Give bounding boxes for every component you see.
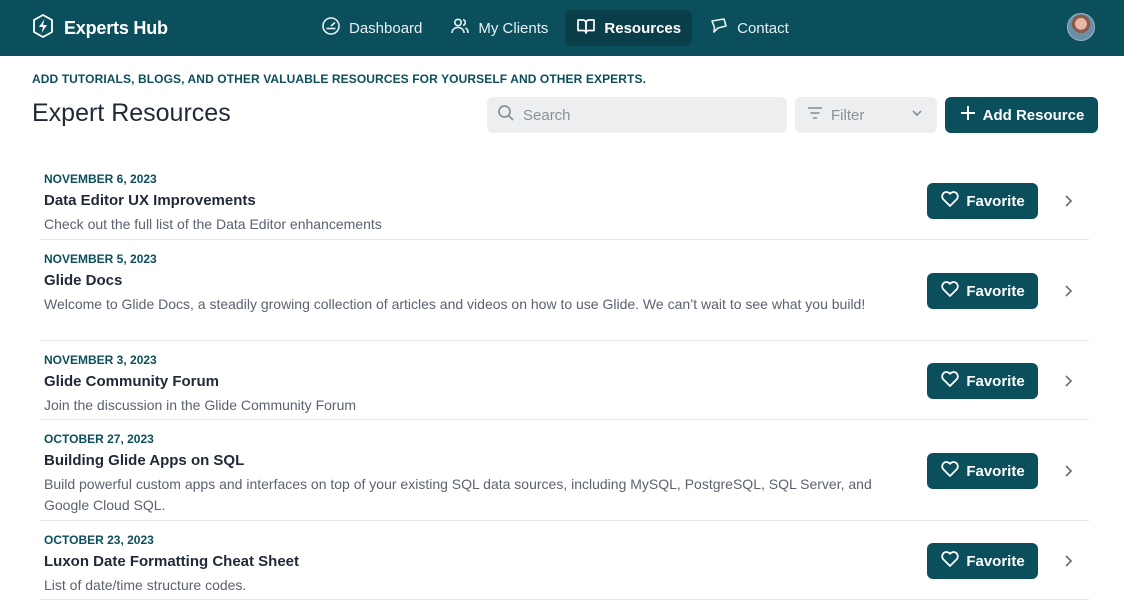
chevron-down-icon (909, 105, 925, 125)
resource-title: Glide Community Forum (44, 373, 220, 390)
users-icon (450, 16, 470, 40)
nav-label: Contact (737, 19, 789, 37)
page-description: ADD TUTORIALS, BLOGS, AND OTHER VALUABLE… (32, 72, 647, 86)
search-bar[interactable] (487, 97, 787, 133)
resource-row[interactable]: NOVEMBER 5, 2023 Glide Docs Welcome to G… (40, 240, 1089, 341)
resource-text: OCTOBER 23, 2023 Luxon Date Formatting C… (40, 521, 900, 596)
favorite-label: Favorite (966, 552, 1025, 570)
lightning-badge-icon (30, 13, 56, 44)
resource-date: OCTOBER 23, 2023 (44, 533, 154, 547)
add-resource-button[interactable]: Add Resource (945, 97, 1098, 133)
chevron-right-icon[interactable] (1060, 373, 1076, 389)
chevron-right-icon[interactable] (1060, 463, 1076, 479)
resource-date: OCTOBER 27, 2023 (44, 432, 154, 446)
search-input[interactable] (523, 106, 763, 124)
book-open-icon (576, 16, 596, 40)
resource-description: Check out the full list of the Data Edit… (44, 216, 382, 232)
resource-title: Glide Docs (44, 272, 123, 289)
plus-icon (959, 104, 977, 126)
resource-description: Welcome to Glide Docs, a steadily growin… (44, 296, 866, 312)
resource-title: Building Glide Apps on SQL (44, 452, 245, 469)
gauge-icon (321, 16, 341, 40)
favorite-button[interactable]: Favorite (927, 543, 1038, 579)
resource-date: NOVEMBER 6, 2023 (44, 172, 157, 186)
resource-text: NOVEMBER 3, 2023 Glide Community Forum J… (40, 341, 900, 416)
resource-title: Data Editor UX Improvements (44, 192, 256, 209)
favorite-button[interactable]: Favorite (927, 183, 1038, 219)
chevron-right-icon[interactable] (1060, 193, 1076, 209)
resource-title: Luxon Date Formatting Cheat Sheet (44, 553, 300, 570)
heart-icon (940, 549, 960, 573)
search-icon (497, 104, 515, 127)
heart-icon (940, 369, 960, 393)
brand-logo[interactable]: Experts Hub (30, 13, 168, 44)
resource-date: NOVEMBER 3, 2023 (44, 353, 157, 367)
user-avatar[interactable] (1067, 13, 1095, 41)
resource-description: Build powerful custom apps and interface… (44, 476, 872, 513)
resource-row[interactable]: OCTOBER 27, 2023 Building Glide Apps on … (40, 420, 1089, 521)
nav-item-dashboard[interactable]: Dashboard (310, 10, 433, 46)
message-icon (709, 16, 729, 40)
brand-name: Experts Hub (64, 17, 168, 38)
add-resource-label: Add Resource (982, 106, 1085, 124)
filter-dropdown[interactable]: Filter (795, 97, 937, 133)
favorite-label: Favorite (966, 282, 1025, 300)
filter-label: Filter (831, 106, 865, 124)
resource-row[interactable]: OCTOBER 23, 2023 Luxon Date Formatting C… (40, 521, 1089, 600)
nav-item-contact[interactable]: Contact (698, 10, 800, 46)
resource-date: NOVEMBER 5, 2023 (44, 252, 157, 266)
favorite-label: Favorite (966, 462, 1025, 480)
favorite-button[interactable]: Favorite (927, 453, 1038, 489)
favorite-button[interactable]: Favorite (927, 273, 1038, 309)
top-navigation-bar: Experts Hub Dashboard My Clients Resourc… (0, 0, 1124, 56)
favorite-button[interactable]: Favorite (927, 363, 1038, 399)
page-title: Expert Resources (32, 99, 231, 127)
resource-row[interactable]: NOVEMBER 3, 2023 Glide Community Forum J… (40, 341, 1089, 420)
resource-text: OCTOBER 27, 2023 Building Glide Apps on … (40, 420, 900, 516)
resource-list: NOVEMBER 6, 2023 Data Editor UX Improvem… (40, 160, 1089, 600)
nav-label: Dashboard (349, 19, 423, 37)
resource-description: Join the discussion in the Glide Communi… (44, 397, 357, 413)
heart-icon (940, 189, 960, 213)
resource-row[interactable]: NOVEMBER 6, 2023 Data Editor UX Improvem… (40, 160, 1089, 240)
chevron-right-icon[interactable] (1060, 553, 1076, 569)
chevron-right-icon[interactable] (1060, 283, 1076, 299)
heart-icon (940, 459, 960, 483)
favorite-label: Favorite (966, 372, 1025, 390)
nav-label: Resources (604, 19, 682, 37)
resource-description: List of date/time structure codes. (44, 577, 247, 593)
resource-text: NOVEMBER 5, 2023 Glide Docs Welcome to G… (40, 240, 900, 315)
nav-item-resources[interactable]: Resources (565, 10, 693, 46)
favorite-label: Favorite (966, 192, 1025, 210)
filter-lines-icon (807, 105, 823, 125)
heart-icon (940, 279, 960, 303)
resource-text: NOVEMBER 6, 2023 Data Editor UX Improvem… (40, 160, 900, 235)
main-nav: Dashboard My Clients Resources Contact (310, 10, 800, 46)
nav-item-my-clients[interactable]: My Clients (439, 10, 559, 46)
nav-label: My Clients (478, 19, 549, 37)
